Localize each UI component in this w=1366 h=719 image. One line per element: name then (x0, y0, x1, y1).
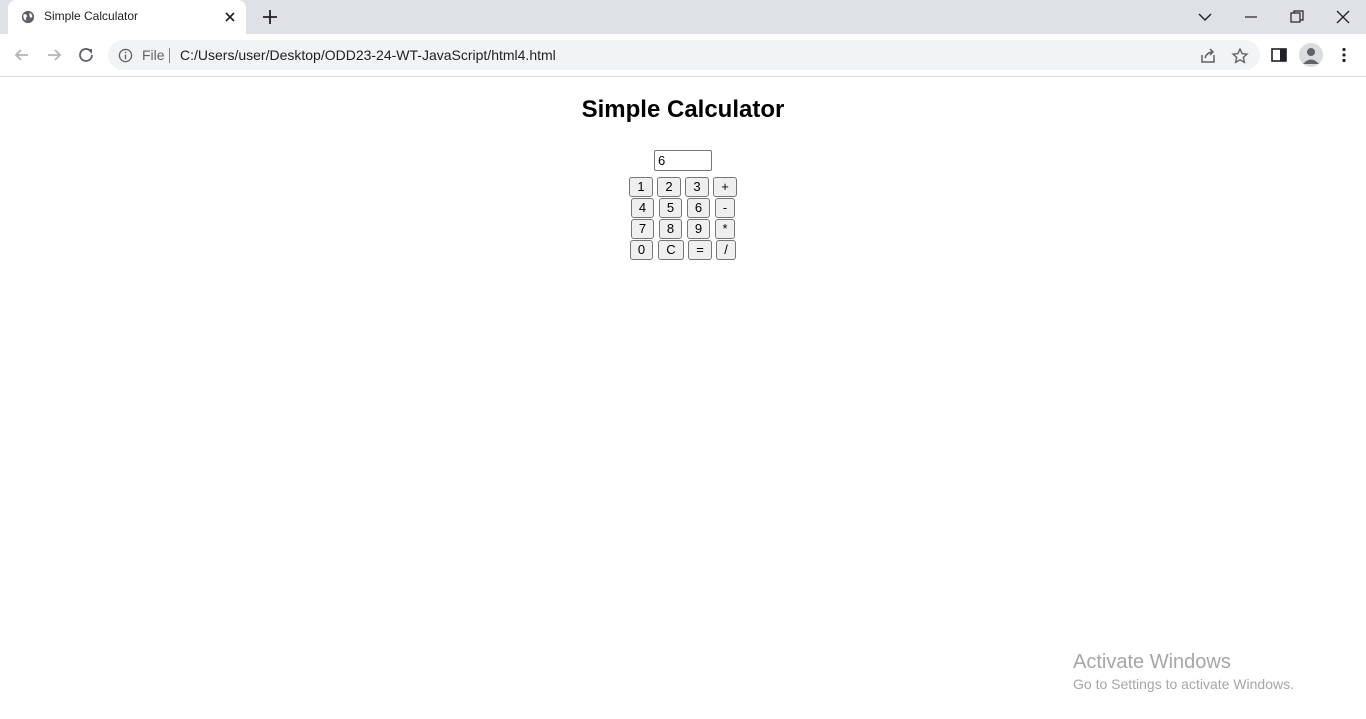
tab-close-icon[interactable] (222, 9, 238, 25)
clear-button[interactable]: C (658, 240, 684, 260)
chip-divider (169, 48, 170, 63)
person-icon (1303, 48, 1319, 64)
page-title: Simple Calculator (581, 96, 785, 123)
add-button[interactable]: + (713, 177, 737, 197)
browser-toolbar: File C:/Users/user/Desktop/ODD23-24-WT-J… (0, 34, 1366, 77)
key-6-button[interactable]: 6 (687, 198, 710, 218)
scheme-chip[interactable]: File (142, 47, 165, 63)
key-3-button[interactable]: 3 (685, 177, 709, 197)
reload-icon[interactable] (76, 45, 96, 65)
chevron-down-icon[interactable] (1194, 6, 1216, 28)
key-8-button[interactable]: 8 (659, 219, 682, 239)
kebab-menu-icon[interactable] (1334, 45, 1354, 65)
subtract-button[interactable]: - (715, 198, 735, 218)
key-0-button[interactable]: 0 (630, 240, 653, 260)
forward-arrow-icon[interactable] (44, 45, 64, 65)
minimize-icon[interactable] (1240, 6, 1262, 28)
browser-tab[interactable]: Simple Calculator (8, 0, 246, 34)
key-5-button[interactable]: 5 (659, 198, 682, 218)
share-icon[interactable] (1199, 47, 1217, 65)
side-panel-icon[interactable] (1269, 45, 1289, 65)
star-icon[interactable] (1231, 47, 1249, 65)
key-9-button[interactable]: 9 (687, 219, 710, 239)
avatar-icon[interactable] (1299, 43, 1323, 67)
key-4-button[interactable]: 4 (631, 198, 654, 218)
activation-watermark-title: Activate Windows (1073, 651, 1231, 673)
key-7-button[interactable]: 7 (631, 219, 654, 239)
tab-strip: Simple Calculator (0, 0, 1366, 34)
multiply-button[interactable]: * (715, 219, 735, 239)
equals-button[interactable]: = (688, 240, 712, 260)
info-icon[interactable] (118, 48, 133, 63)
new-tab-icon[interactable] (261, 8, 279, 26)
globe-icon (21, 10, 35, 24)
address-bar[interactable]: File C:/Users/user/Desktop/ODD23-24-WT-J… (108, 40, 1260, 70)
back-arrow-icon[interactable] (12, 45, 32, 65)
restore-icon[interactable] (1286, 6, 1308, 28)
key-2-button[interactable]: 2 (657, 177, 681, 197)
page-content: Simple Calculator 1 2 3 + 4 5 6 - 7 8 9 … (0, 77, 1366, 719)
url-text[interactable]: C:/Users/user/Desktop/ODD23-24-WT-JavaSc… (180, 47, 556, 63)
divide-button[interactable]: / (716, 240, 736, 260)
close-icon[interactable] (1332, 6, 1354, 28)
key-1-button[interactable]: 1 (629, 177, 653, 197)
activation-watermark-subtitle: Go to Settings to activate Windows. (1073, 676, 1294, 692)
tab-title: Simple Calculator (44, 9, 139, 23)
calculator-display[interactable] (654, 150, 712, 171)
